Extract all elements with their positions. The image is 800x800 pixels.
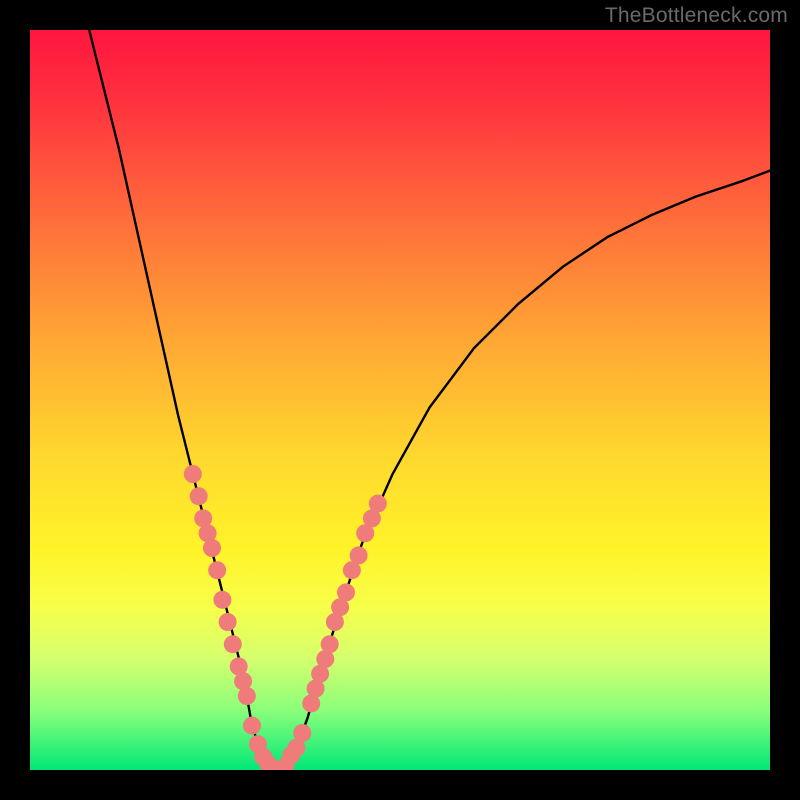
highlight-dot (203, 539, 221, 557)
highlight-dot (208, 561, 226, 579)
highlight-dot (224, 635, 242, 653)
highlight-dot (243, 717, 261, 735)
highlight-dot (184, 465, 202, 483)
highlight-dot (369, 495, 387, 513)
highlight-dot (238, 687, 256, 705)
highlight-dot (213, 591, 231, 609)
highlight-dot (337, 583, 355, 601)
curve-path (89, 30, 770, 770)
highlight-dot (219, 613, 237, 631)
watermark-text: TheBottleneck.com (605, 4, 788, 28)
highlight-dot (321, 635, 339, 653)
highlight-dot (190, 487, 208, 505)
highlight-dot (350, 546, 368, 564)
bottleneck-curve (30, 30, 770, 770)
plot-area (30, 30, 770, 770)
highlight-dot (293, 724, 311, 742)
chart-frame: TheBottleneck.com (0, 0, 800, 800)
